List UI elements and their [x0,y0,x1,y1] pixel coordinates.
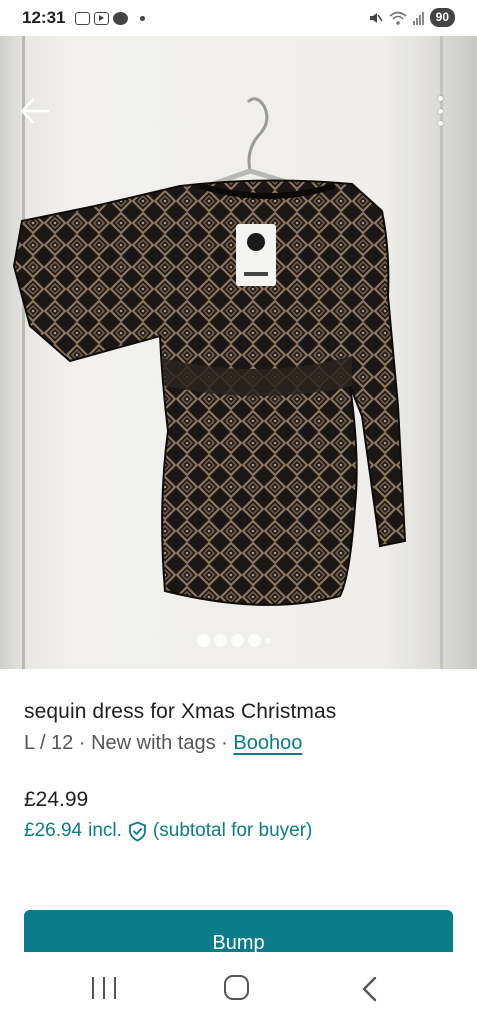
status-right: 90 [367,8,455,27]
listing-title: sequin dress for Xmas Christmas [24,700,337,723]
back-arrow-icon[interactable] [18,94,52,128]
home-icon[interactable] [224,975,249,1000]
carousel-dot[interactable] [248,634,261,647]
more-options-icon[interactable] [432,94,448,128]
carousel-dot[interactable] [231,634,244,647]
listing-size: L / 12 [24,732,74,754]
subtotal-note: (subtotal for buyer) [152,820,313,841]
carousel-dot[interactable] [197,634,210,647]
carousel-indicator [197,634,271,647]
carousel-dot[interactable] [214,634,227,647]
messenger-icon [113,11,129,25]
carousel-dot[interactable] [265,637,271,644]
price-incl-value: £26.94 [24,820,83,841]
signal-icon [412,11,424,25]
status-left-icons [75,11,146,25]
battery-icon: 90 [429,8,455,27]
listing-photo[interactable] [0,36,477,669]
listing-condition: New with tags [91,732,216,754]
youtube-icon [94,11,110,25]
notification-dot-icon [140,15,146,21]
status-time: 12:31 [22,8,66,27]
screen-record-icon [75,11,91,25]
listing-meta: L / 12 · New with tags · Boohoo [24,732,302,755]
mute-icon [369,12,383,23]
hanger-hook [246,97,269,172]
system-back-icon[interactable] [358,975,382,1003]
brand-link[interactable]: Boohoo [233,732,302,754]
meta-separator: · [73,732,92,754]
recents-icon[interactable] [92,977,116,999]
buyer-protection-shield-icon [129,821,146,841]
system-nav-bar [0,952,477,1024]
buyer-price[interactable]: £26.94 incl. (subtotal for buyer) [24,820,312,842]
status-bar: 12:31 90 [0,0,477,36]
wifi-icon [389,11,407,25]
dress-image [12,97,407,606]
incl-label: incl. [88,820,122,841]
listing-price: £24.99 [24,788,89,811]
meta-separator: · [215,732,234,754]
